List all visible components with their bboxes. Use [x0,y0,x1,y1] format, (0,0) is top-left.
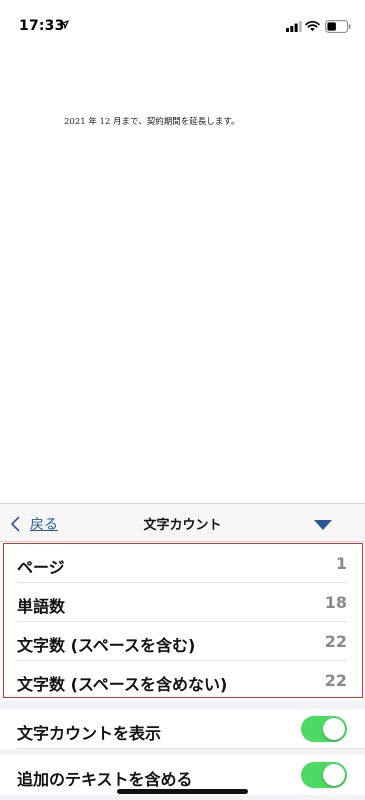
wifi-icon [305,20,320,32]
stats-list: ページ 1 単語数 18 文字数 (スペースを含む) 22 文字数 (スペースを… [0,542,365,701]
panel-header: 戻る 文字カウント [0,504,365,542]
status-time: 17:33 [19,18,65,34]
screen: 17:33 2021 年 12 月まで、契約期間を延長します。 戻る 文字カウン… [0,0,365,800]
panel-title: 文字カウント [143,518,222,533]
option-label: 文字カウントを表示 [17,724,162,743]
stat-label: 文字数 (スペースを含む) [17,636,196,655]
word-count-panel: 戻る 文字カウント ページ 1 単語数 18 文字数 (スペースを含む) 22 [0,503,365,800]
stat-value: 1 [335,554,347,573]
triangle-down-icon[interactable] [314,520,332,530]
document-text: 2021 年 12 月まで、契約期間を延長します。 [64,117,240,127]
battery-icon [325,20,351,33]
section-gap [0,701,365,709]
stat-row-chars-with-spaces: 文字数 (スペースを含む) 22 [0,622,365,661]
stat-value: 18 [324,593,347,612]
stat-label: ページ [17,558,65,577]
location-arrow-icon [60,20,69,29]
stat-row-words: 単語数 18 [0,583,365,622]
stat-label: 単語数 [17,597,66,616]
stat-row-pages: ページ 1 [0,544,365,583]
stat-label: 文字数 (スペースを含めない) [17,675,228,694]
include-additional-text-toggle[interactable] [301,762,347,788]
stat-value: 22 [324,671,347,690]
stat-row-chars-without-spaces: 文字数 (スペースを含めない) 22 [0,661,365,700]
show-word-count-toggle[interactable] [301,716,347,742]
option-label: 追加のテキストを含める [17,770,193,789]
toggle-knob [323,764,345,786]
home-indicator[interactable] [117,789,248,794]
stat-value: 22 [324,632,347,651]
cellular-signal-icon [286,21,302,32]
option-row-show-word-count: 文字カウントを表示 [0,709,365,749]
toggle-knob [323,718,345,740]
status-bar: 17:33 [0,0,365,44]
row-divider [17,748,365,749]
